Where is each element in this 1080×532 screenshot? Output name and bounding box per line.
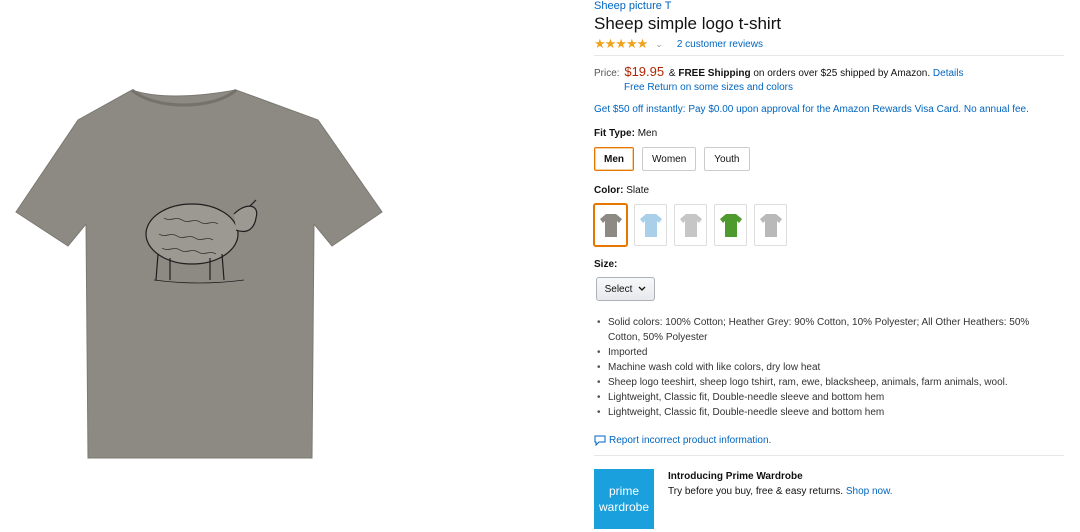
chevron-down-icon[interactable]: ⌄: [655, 39, 663, 50]
color-swatch-silver[interactable]: [674, 204, 707, 246]
size-select[interactable]: Select: [596, 277, 655, 301]
fit-option-men[interactable]: Men: [594, 147, 634, 171]
divider: [594, 455, 1064, 456]
product-detail-panel: Sheep picture T Sheep simple logo t-shir…: [594, 0, 1064, 532]
report-link-text: Report incorrect product information.: [609, 435, 772, 446]
color-swatch-light-blue[interactable]: [634, 204, 667, 246]
comment-icon: [594, 435, 606, 446]
product-image[interactable]: [0, 0, 400, 532]
divider: [594, 55, 1064, 56]
size-label: Size:: [594, 259, 618, 270]
shop-now-link[interactable]: Shop now.: [846, 486, 893, 497]
star-rating[interactable]: ★★★★★: [594, 36, 648, 52]
fit-type-value: Men: [637, 128, 658, 139]
fit-type-label: Fit Type:: [594, 128, 635, 139]
details-link[interactable]: Details: [933, 68, 964, 79]
feature-bullets: Solid colors: 100% Cotton; Heather Grey:…: [597, 315, 1064, 420]
color-swatch-heather-grey[interactable]: [754, 204, 787, 246]
feature-bullet: Solid colors: 100% Cotton; Heather Grey:…: [597, 315, 1064, 345]
color-swatches: [594, 204, 787, 246]
prime-logo-line1: prime: [608, 484, 639, 498]
color-swatch-slate[interactable]: [594, 204, 627, 246]
feature-bullet: Sheep logo teeshirt, sheep logo tshirt, …: [597, 375, 1064, 390]
price-amp: &: [668, 68, 676, 79]
price-label: Price:: [594, 68, 620, 79]
color-label-row: Color: Slate: [594, 185, 649, 196]
rewards-card-promo-link[interactable]: Get $50 off instantly: Pay $0.00 upon ap…: [594, 104, 1029, 115]
price-value: $19.95: [624, 64, 665, 79]
fit-type-options: Men Women Youth: [594, 147, 750, 171]
tshirt-icon: [679, 214, 702, 237]
customer-reviews-link[interactable]: 2 customer reviews: [677, 39, 763, 50]
chevron-down-icon: [638, 286, 646, 291]
prime-wardrobe-desc: Try before you buy, free & easy returns.: [668, 486, 844, 497]
prime-wardrobe-desc-row: Try before you buy, free & easy returns.…: [668, 486, 893, 497]
report-incorrect-info-link[interactable]: Report incorrect product information.: [594, 435, 771, 446]
tshirt-icon: [599, 214, 622, 237]
free-shipping-label: FREE Shipping: [678, 68, 751, 79]
size-label-row: Size:: [594, 259, 617, 270]
feature-bullet: Machine wash cold with like colors, dry …: [597, 360, 1064, 375]
prime-wardrobe-logo[interactable]: prime wardrobe: [594, 469, 654, 529]
prime-logo-line2: wardrobe: [598, 500, 650, 514]
fit-option-women[interactable]: Women: [642, 147, 697, 171]
price-row: Price: $19.95 & FREE Shipping on orders …: [594, 64, 963, 79]
fit-type-label-row: Fit Type: Men: [594, 128, 657, 139]
fit-option-youth[interactable]: Youth: [704, 147, 750, 171]
size-select-label: Select: [604, 283, 633, 295]
tshirt-icon: [759, 214, 782, 237]
free-return-link[interactable]: Free Return on some sizes and colors: [624, 82, 793, 93]
tshirt-image: [15, 88, 383, 459]
product-title: Sheep simple logo t-shirt: [594, 14, 782, 33]
prime-wardrobe-title: Introducing Prime Wardrobe: [668, 471, 803, 482]
brand-link[interactable]: Sheep picture T: [594, 0, 671, 12]
rating-row: ★★★★★ ⌄ 2 customer reviews: [594, 36, 763, 52]
color-swatch-green[interactable]: [714, 204, 747, 246]
color-label: Color:: [594, 185, 624, 196]
feature-bullet: Imported: [597, 345, 1064, 360]
tshirt-icon: [719, 214, 742, 237]
color-value: Slate: [626, 185, 650, 196]
tshirt-icon: [639, 214, 662, 237]
feature-bullet: Lightweight, Classic fit, Double-needle …: [597, 405, 1064, 420]
shipping-text: on orders over $25 shipped by Amazon.: [753, 68, 931, 79]
feature-bullet: Lightweight, Classic fit, Double-needle …: [597, 390, 1064, 405]
